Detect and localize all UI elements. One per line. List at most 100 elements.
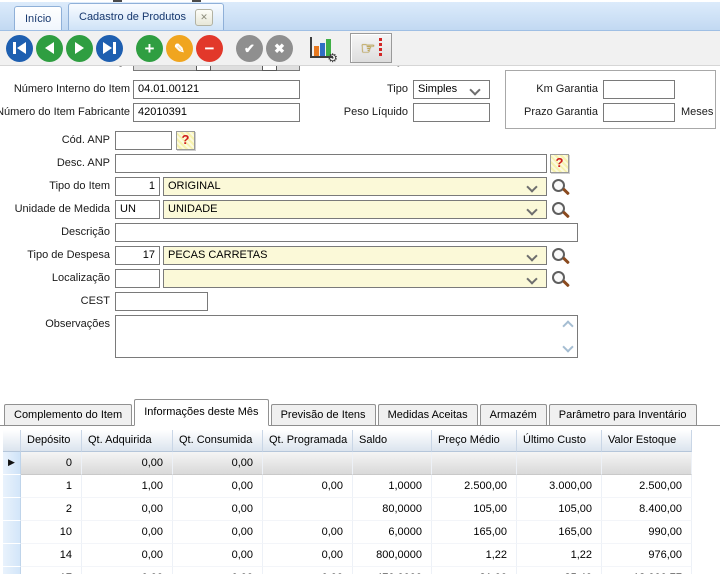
grid-column-header[interactable]: Qt. Consumida — [173, 430, 263, 452]
grid-cell[interactable]: 0,00 — [173, 498, 263, 521]
table-row[interactable]: 140,000,000,00800,00001,221,22976,00 — [3, 544, 717, 567]
grid-cell[interactable] — [602, 452, 692, 475]
grid-cell[interactable]: 14 — [21, 544, 82, 567]
grid-cell[interactable]: 0 — [21, 452, 82, 475]
grid-cell[interactable]: 105,00 — [517, 498, 602, 521]
inativo-checkbox[interactable] — [196, 66, 211, 71]
close-tab-icon[interactable]: ✕ — [195, 9, 213, 26]
grid-cell[interactable]: 80,0000 — [353, 498, 432, 521]
unidade-code-field[interactable]: UN — [115, 200, 160, 219]
confirm-button[interactable]: ✔ — [236, 35, 263, 62]
chart-button[interactable]: ⚙ — [307, 35, 337, 62]
first-record-button[interactable] — [6, 35, 33, 62]
desc-anp-help-button[interactable]: ? — [550, 154, 569, 173]
grid-cell[interactable] — [432, 452, 517, 475]
grid-cell[interactable]: 0,00 — [82, 498, 173, 521]
grid-cell[interactable]: 0,00 — [82, 567, 173, 574]
unidade-select[interactable]: UNIDADE — [163, 200, 547, 219]
row-header-cell[interactable] — [3, 544, 21, 567]
tab-parametro-para-inventario[interactable]: Parâmetro para Inventário — [549, 404, 697, 425]
grid-cell[interactable]: 0,00 — [82, 452, 173, 475]
grid-cell[interactable]: 2 — [21, 498, 82, 521]
grid-column-header[interactable]: Preço Médio — [432, 430, 517, 452]
grid-cell[interactable]: 10 — [21, 521, 82, 544]
grid-column-header[interactable]: Depósito — [21, 430, 82, 452]
grid-cell[interactable]: 1,22 — [517, 544, 602, 567]
scroll-down-icon[interactable] — [562, 341, 573, 352]
row-header-cell[interactable] — [3, 498, 21, 521]
localizacao-code-field[interactable] — [115, 269, 160, 288]
grid-cell[interactable]: 165,00 — [432, 521, 517, 544]
grid-cell[interactable]: 0,00 — [173, 475, 263, 498]
row-header-cell[interactable] — [3, 475, 21, 498]
observacoes-field[interactable] — [115, 315, 578, 358]
grid-cell[interactable]: 0,00 — [263, 475, 353, 498]
delete-record-button[interactable]: − — [196, 35, 223, 62]
tab-cadastro-de-produtos[interactable]: Cadastro de Produtos ✕ — [68, 3, 224, 30]
grid-column-header[interactable]: Qt. Programada — [263, 430, 353, 452]
table-row[interactable]: 170,000,000,00470,000031,0085,4013.000,7… — [3, 567, 717, 574]
grid-cell[interactable]: 165,00 — [517, 521, 602, 544]
tipo-despesa-select[interactable]: PECAS CARRETAS — [163, 246, 547, 265]
tab-complemento-do-item[interactable]: Complemento do Item — [4, 404, 132, 425]
grid-cell[interactable]: 976,00 — [602, 544, 692, 567]
grid-cell[interactable]: 3.000,00 — [517, 475, 602, 498]
grid-column-header[interactable]: Qt. Adquirida — [82, 430, 173, 452]
grid-cell[interactable]: 13.000,77 — [602, 567, 692, 574]
tipo-item-search-icon[interactable] — [552, 179, 569, 196]
last-record-button[interactable] — [96, 35, 123, 62]
grid-cell[interactable]: 105,00 — [432, 498, 517, 521]
grid-cell[interactable]: 470,0000 — [353, 567, 432, 574]
numero-interno-field[interactable]: 04.01.00121 — [133, 80, 300, 99]
table-row[interactable]: 11,000,000,001,00002.500,003.000,002.500… — [3, 475, 717, 498]
tipo-item-code-field[interactable]: 1 — [115, 177, 160, 196]
grid-column-header[interactable]: Saldo — [353, 430, 432, 452]
scroll-up-icon[interactable] — [562, 320, 573, 331]
grid-cell[interactable]: 1,22 — [432, 544, 517, 567]
grid-cell[interactable]: 85,40 — [517, 567, 602, 574]
grid-cell[interactable]: 17 — [21, 567, 82, 574]
tipo-item-select[interactable]: ORIGINAL — [163, 177, 547, 196]
table-row[interactable]: ▶00,000,00 — [3, 452, 717, 475]
table-row[interactable]: 100,000,000,006,0000165,00165,00990,00 — [3, 521, 717, 544]
grid-cell[interactable]: 0,00 — [82, 544, 173, 567]
grid-cell[interactable]: 990,00 — [602, 521, 692, 544]
tipo-despesa-code-field[interactable]: 17 — [115, 246, 160, 265]
grid-cell[interactable]: 0,00 — [173, 452, 263, 475]
select-record-button[interactable]: ☞ — [350, 33, 392, 63]
grid-cell[interactable]: 0,00 — [173, 521, 263, 544]
grid-cell[interactable]: 0,00 — [173, 567, 263, 574]
prior-record-button[interactable] — [36, 35, 63, 62]
table-row[interactable]: 20,000,0080,0000105,00105,008.400,00 — [3, 498, 717, 521]
row-header-cell[interactable] — [3, 521, 21, 544]
grid-cell[interactable]: 6,0000 — [353, 521, 432, 544]
tab-inicio[interactable]: Início — [14, 6, 62, 30]
localizacao-search-icon[interactable] — [552, 271, 569, 288]
cest-field[interactable] — [115, 292, 208, 311]
tipo-select[interactable]: Simples — [413, 80, 490, 99]
grid-cell[interactable]: 0,00 — [263, 567, 353, 574]
row-header-cell[interactable] — [3, 567, 21, 574]
prazo-garantia-field[interactable] — [603, 103, 675, 122]
descricao-field[interactable] — [115, 223, 578, 242]
grid-cell[interactable]: 31,00 — [432, 567, 517, 574]
km-garantia-field[interactable] — [603, 80, 675, 99]
cod-anp-field[interactable] — [115, 131, 172, 150]
grid-cell[interactable]: 2.500,00 — [432, 475, 517, 498]
tab-medidas-aceitas[interactable]: Medidas Aceitas — [378, 404, 478, 425]
grid-cell[interactable]: 0,00 — [263, 544, 353, 567]
grid-column-header[interactable]: Valor Estoque — [602, 430, 692, 452]
grid-cell[interactable] — [263, 498, 353, 521]
desc-anp-field[interactable] — [115, 154, 547, 173]
tipo-despesa-search-icon[interactable] — [552, 248, 569, 265]
grid-cell[interactable]: 800,0000 — [353, 544, 432, 567]
unidade-search-icon[interactable] — [552, 202, 569, 219]
localizacao-select[interactable] — [163, 269, 547, 288]
cod-anp-help-button[interactable]: ? — [176, 131, 195, 150]
grid-cell[interactable]: 8.400,00 — [602, 498, 692, 521]
grid-cell[interactable] — [517, 452, 602, 475]
tab-armazem[interactable]: Armazém — [480, 404, 547, 425]
edit-record-button[interactable]: ✎ — [166, 35, 193, 62]
tab-informacoes-deste-mes[interactable]: Informações deste Mês — [134, 399, 268, 426]
pertence-checkbox[interactable] — [262, 66, 277, 71]
